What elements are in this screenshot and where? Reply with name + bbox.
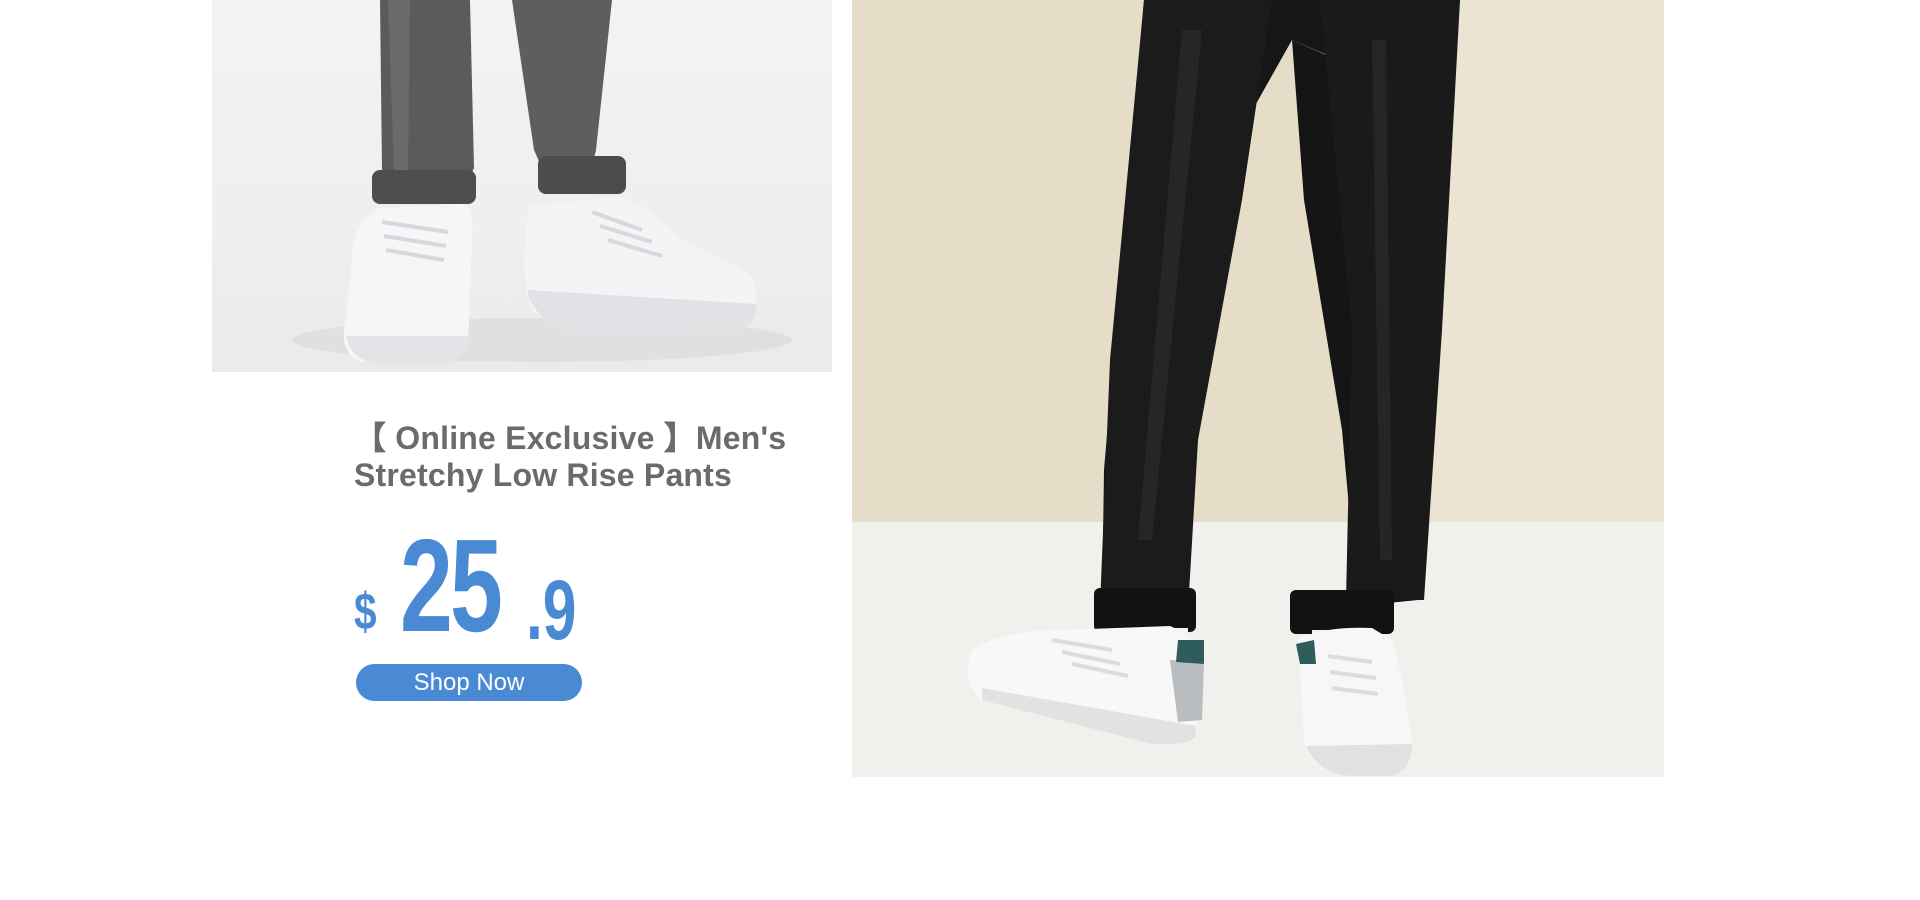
product-title-line2: Stretchy Low Rise Pants	[354, 457, 733, 493]
product-photo-left[interactable]	[212, 0, 832, 372]
product-photo-right[interactable]	[852, 0, 1664, 777]
price-whole: 25	[400, 512, 503, 659]
product-info: 【 Online Exclusive 】Men's Stretchy Low R…	[354, 420, 814, 701]
price-currency: $	[354, 583, 377, 641]
shop-now-button[interactable]: Shop Now	[356, 664, 582, 701]
black-pants-photo	[852, 0, 1664, 777]
product-title[interactable]: 【 Online Exclusive 】Men's Stretchy Low R…	[354, 420, 814, 494]
price-decimal: .9	[526, 563, 577, 657]
product-title-line1: 【 Online Exclusive 】Men's	[354, 420, 787, 456]
product-price: $ 25 .9	[354, 520, 814, 653]
product-banner: 【 Online Exclusive 】Men's Stretchy Low R…	[0, 0, 1920, 900]
grey-pants-photo	[292, 0, 792, 364]
